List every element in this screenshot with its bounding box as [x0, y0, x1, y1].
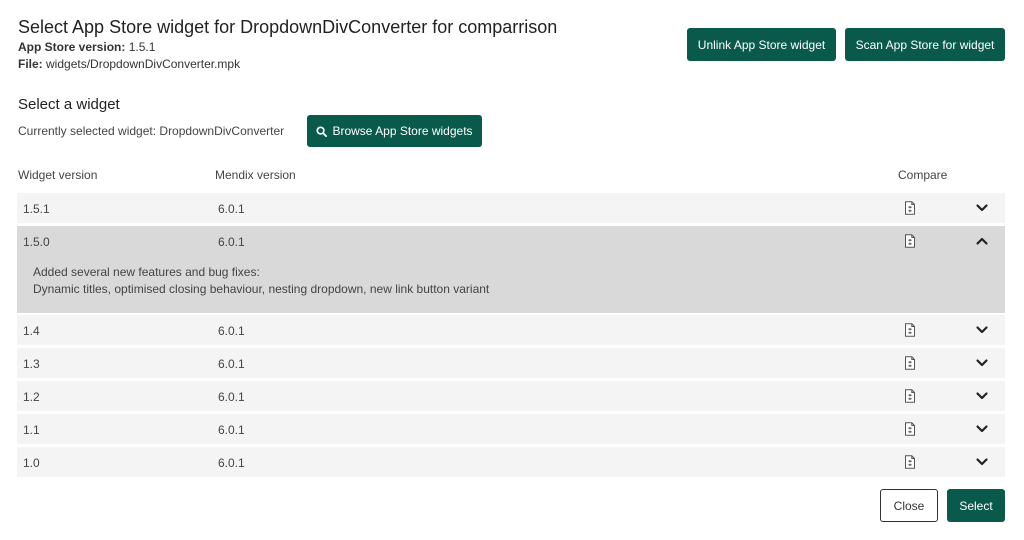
mendix-version-cell: 6.0.1 — [218, 456, 245, 470]
mendix-version-cell: 6.0.1 — [218, 202, 245, 216]
chevron-down-icon[interactable] — [975, 356, 989, 370]
app-store-version: App Store version: 1.5.1 — [18, 40, 155, 54]
table-row[interactable]: 1.5.1 6.0.1 — [17, 193, 1005, 223]
search-icon — [316, 125, 328, 137]
chevron-up-icon[interactable] — [975, 234, 989, 248]
compare-document-icon[interactable] — [904, 234, 916, 248]
table-row[interactable]: 1.1 6.0.1 — [17, 414, 1005, 444]
widget-file: File: widgets/DropdownDivConverter.mpk — [18, 57, 240, 71]
table-row[interactable]: 1.3 6.0.1 — [17, 348, 1005, 378]
chevron-down-icon[interactable] — [975, 389, 989, 403]
compare-document-icon[interactable] — [904, 389, 916, 403]
widget-version-cell: 1.5.0 — [23, 235, 50, 249]
currently-selected-widget: Currently selected widget: DropdownDivCo… — [18, 124, 285, 138]
mendix-version-cell: 6.0.1 — [218, 235, 245, 249]
compare-document-icon[interactable] — [904, 201, 916, 215]
widget-version-cell: 1.1 — [23, 423, 40, 437]
release-notes-line: Added several new features and bug fixes… — [33, 265, 260, 279]
mendix-version-cell: 6.0.1 — [218, 423, 245, 437]
chevron-down-icon[interactable] — [975, 323, 989, 337]
close-button[interactable]: Close — [880, 489, 938, 522]
release-notes-line: Dynamic titles, optimised closing behavi… — [33, 282, 490, 296]
chevron-down-icon[interactable] — [975, 201, 989, 215]
widget-file-label: File: — [18, 57, 43, 71]
widget-version-cell: 1.4 — [23, 324, 40, 338]
unlink-app-store-widget-button[interactable]: Unlink App Store widget — [687, 28, 836, 61]
chevron-down-icon[interactable] — [975, 455, 989, 469]
widget-version-cell: 1.5.1 — [23, 202, 50, 216]
browse-button-label: Browse App Store widgets — [332, 124, 473, 138]
select-widget-heading: Select a widget — [18, 96, 120, 113]
scan-app-store-button[interactable]: Scan App Store for widget — [845, 28, 1005, 61]
column-header-compare: Compare — [898, 168, 948, 182]
select-button[interactable]: Select — [947, 489, 1005, 522]
table-row[interactable]: 1.0 6.0.1 — [17, 447, 1005, 477]
column-header-mendix-version: Mendix version — [215, 168, 296, 182]
column-header-widget-version: Widget version — [18, 168, 98, 182]
compare-document-icon[interactable] — [904, 422, 916, 436]
compare-document-icon[interactable] — [904, 356, 916, 370]
compare-document-icon[interactable] — [904, 323, 916, 337]
table-row[interactable]: 1.2 6.0.1 — [17, 381, 1005, 411]
chevron-down-icon[interactable] — [975, 422, 989, 436]
app-store-version-label: App Store version: — [18, 40, 126, 54]
mendix-version-cell: 6.0.1 — [218, 324, 245, 338]
table-row[interactable]: 1.4 6.0.1 — [17, 315, 1005, 345]
browse-app-store-widgets-button[interactable]: Browse App Store widgets — [307, 115, 482, 147]
dialog-title: Select App Store widget for DropdownDivC… — [18, 17, 558, 37]
mendix-version-cell: 6.0.1 — [218, 390, 245, 404]
compare-document-icon[interactable] — [904, 455, 916, 469]
app-store-version-value: 1.5.1 — [128, 40, 156, 54]
widget-file-value: widgets/DropdownDivConverter.mpk — [46, 57, 241, 71]
widget-version-cell: 1.3 — [23, 357, 40, 371]
mendix-version-cell: 6.0.1 — [218, 357, 245, 371]
widget-version-cell: 1.0 — [23, 456, 40, 470]
widget-version-cell: 1.2 — [23, 390, 40, 404]
release-notes: Added several new features and bug fixes… — [33, 264, 489, 298]
table-row[interactable]: 1.5.0 6.0.1 Added several new features and… — [17, 226, 1005, 313]
